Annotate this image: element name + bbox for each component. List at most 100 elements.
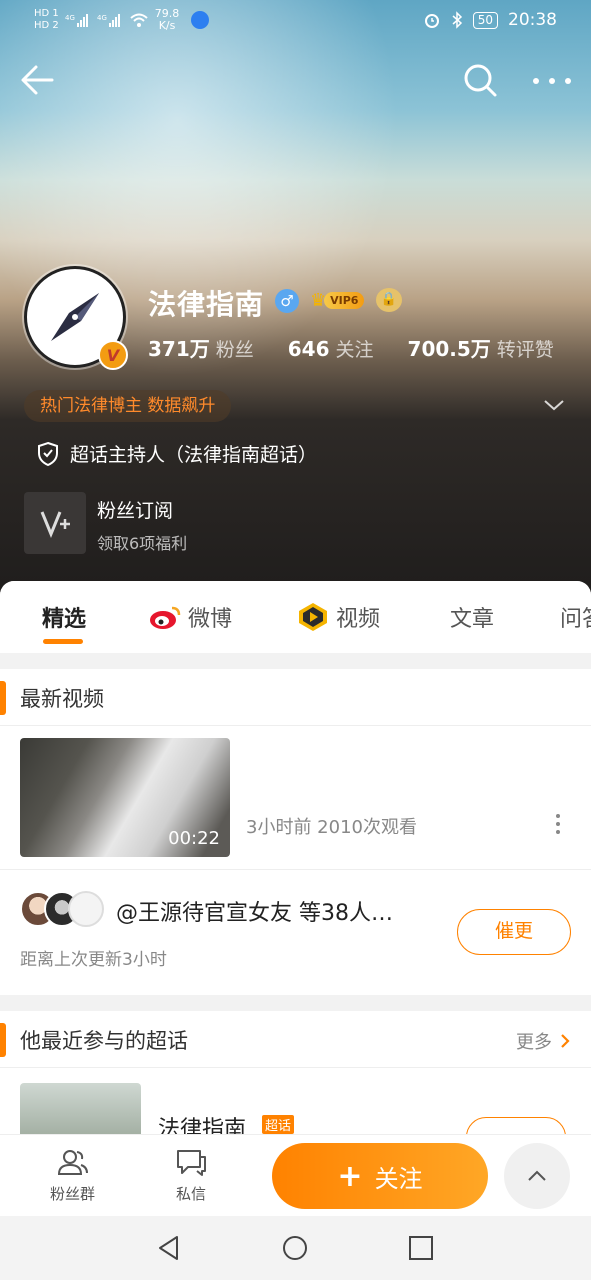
more-icon[interactable] (530, 66, 574, 96)
fan-subscription-card[interactable]: 粉丝订阅 领取6项福利 (24, 492, 564, 556)
message-label: 私信 (175, 1185, 206, 1203)
follow-button[interactable]: + 关注 (272, 1143, 488, 1209)
followers-stat[interactable]: 371万 粉丝 (148, 333, 288, 362)
signal-icon: 4G (65, 14, 88, 27)
last-update-text: 距离上次更新3小时 (20, 950, 167, 970)
hot-blogger-tag[interactable]: 热门法律博主 数据飙升 (24, 390, 232, 422)
tab-qa[interactable]: 问答 (560, 601, 591, 633)
message-button[interactable]: 私信 (174, 1147, 208, 1204)
topic-thumbnail[interactable] (20, 1083, 141, 1141)
profile-stats: 371万 粉丝 646 关注 700.5万 转评赞 (148, 333, 554, 362)
super-topic-tag: 超话 (262, 1115, 295, 1134)
male-gender-icon: ♂ (275, 289, 299, 313)
alarm-icon (424, 14, 439, 28)
bottom-action-bar: 粉丝群 私信 + 关注 (0, 1134, 591, 1216)
divider (0, 1067, 591, 1068)
tab-label: 文章 (450, 607, 495, 632)
video-meta: 3小时前 2010次观看 (246, 817, 417, 838)
nav-home-circle-icon[interactable] (281, 1234, 309, 1262)
net-speed-unit: K/s (158, 19, 176, 32)
super-topic-host[interactable]: 超话主持人（法律指南超话） (36, 440, 317, 467)
latest-video-section: 最新视频 00:22 3小时前 2010次观看 @王源待官宣女友 等38人… 距… (0, 669, 591, 995)
lock-badge-icon[interactable]: 🔒 (376, 288, 402, 312)
search-icon[interactable] (462, 62, 498, 98)
tab-articles[interactable]: 文章 (450, 601, 494, 633)
chevron-right-icon (561, 1034, 570, 1048)
status-bar: HD 1 HD 2 4G 4G 79.8 K/s 50 20:38 (0, 0, 591, 44)
signal-icon-2: 4G (97, 14, 120, 27)
followers-label: 粉丝 (215, 339, 254, 361)
tab-video[interactable]: 视频 (296, 601, 380, 633)
host-text: 超话主持人（法律指南超话） (70, 444, 318, 466)
bluetooth-icon (452, 11, 462, 29)
profile-name: 法律指南 (148, 288, 265, 321)
tab-label: 精选 (42, 607, 87, 632)
system-nav-bar (0, 1216, 591, 1280)
status-left: HD 1 HD 2 4G 4G 79.8 K/s (34, 8, 210, 32)
sim-indicators: HD 1 HD 2 (34, 8, 59, 32)
video-thumbnail[interactable]: 00:22 (20, 738, 230, 857)
super-topics-section: 他最近参与的超话 更多 法律指南 超话 (0, 1011, 591, 1141)
tab-bar: 精选 微博 视频 文章 问答 (0, 581, 591, 653)
video-play-icon (299, 603, 327, 631)
more-link[interactable]: 更多 (516, 1028, 570, 1054)
nav-recent-square-icon[interactable] (407, 1234, 435, 1262)
fan-avatar-3 (68, 891, 104, 927)
followers-count: 371万 (148, 337, 210, 361)
fan-avatars (20, 891, 104, 927)
following-label: 关注 (335, 339, 374, 361)
likes-label: 转评赞 (496, 339, 554, 361)
active-tab-indicator (43, 639, 83, 644)
svg-text:4G: 4G (97, 14, 107, 22)
scroll-top-button[interactable] (504, 1143, 570, 1209)
notification-bulb-icon (191, 11, 210, 29)
message-icon (177, 1150, 206, 1176)
profile-banner: HD 1 HD 2 4G 4G 79.8 K/s 50 20:38 V 法律指南… (0, 0, 591, 600)
profile-content: 精选 微博 视频 文章 问答 最 (0, 581, 591, 1141)
vip-label: VIP6 (324, 291, 365, 309)
clock: 20:38 (508, 10, 557, 30)
chevron-up-icon (528, 1170, 546, 1181)
fans-group-icon (57, 1150, 88, 1175)
nav-back-triangle-icon[interactable] (155, 1234, 183, 1262)
sim2-label: HD 2 (34, 20, 59, 31)
urge-update-button[interactable]: 催更 (457, 909, 571, 955)
wifi-icon (130, 13, 148, 27)
following-stat[interactable]: 646 关注 (288, 335, 408, 362)
back-arrow-icon[interactable] (18, 60, 58, 100)
tab-label: 问答 (560, 607, 591, 632)
sim1-label: HD 1 (34, 8, 59, 19)
video-duration: 00:22 (168, 828, 220, 849)
divider (0, 725, 591, 726)
section-title: 他最近参与的超话 (20, 1029, 188, 1053)
fans-group-button[interactable]: 粉丝群 (50, 1147, 95, 1204)
more-label: 更多 (516, 1032, 552, 1053)
plus-icon: + (337, 1158, 363, 1194)
v-plus-icon (24, 492, 86, 554)
subscription-desc: 领取6项福利 (97, 534, 188, 553)
verified-badge-icon: V (98, 340, 128, 370)
section-accent-bar (0, 681, 6, 715)
section-title: 最新视频 (20, 687, 104, 711)
fans-group-label: 粉丝群 (50, 1185, 96, 1203)
shield-check-icon (38, 441, 58, 466)
status-right: 50 20:38 (423, 10, 557, 30)
net-speed: 79.8 K/s (155, 8, 180, 32)
tab-featured[interactable]: 精选 (42, 601, 86, 633)
tab-weibo[interactable]: 微博 (148, 601, 232, 633)
section-accent-bar (0, 1023, 6, 1057)
following-count: 646 (287, 337, 330, 361)
fans-urging-text[interactable]: @王源待官宣女友 等38人… (116, 895, 393, 927)
subscription-title: 粉丝订阅 (97, 500, 174, 522)
vip-badge[interactable]: ♛ VIP6 (310, 289, 365, 311)
svg-text:4G: 4G (65, 14, 75, 22)
follow-label: 关注 (374, 1164, 423, 1193)
likes-stat[interactable]: 700.5万 转评赞 (408, 333, 554, 362)
weibo-icon (150, 606, 181, 629)
chevron-down-icon[interactable] (542, 395, 566, 415)
battery-indicator: 50 (472, 11, 498, 29)
tab-label: 视频 (336, 607, 381, 632)
divider (0, 869, 591, 870)
vertical-more-icon[interactable] (548, 811, 568, 837)
tab-label: 微博 (188, 607, 233, 632)
